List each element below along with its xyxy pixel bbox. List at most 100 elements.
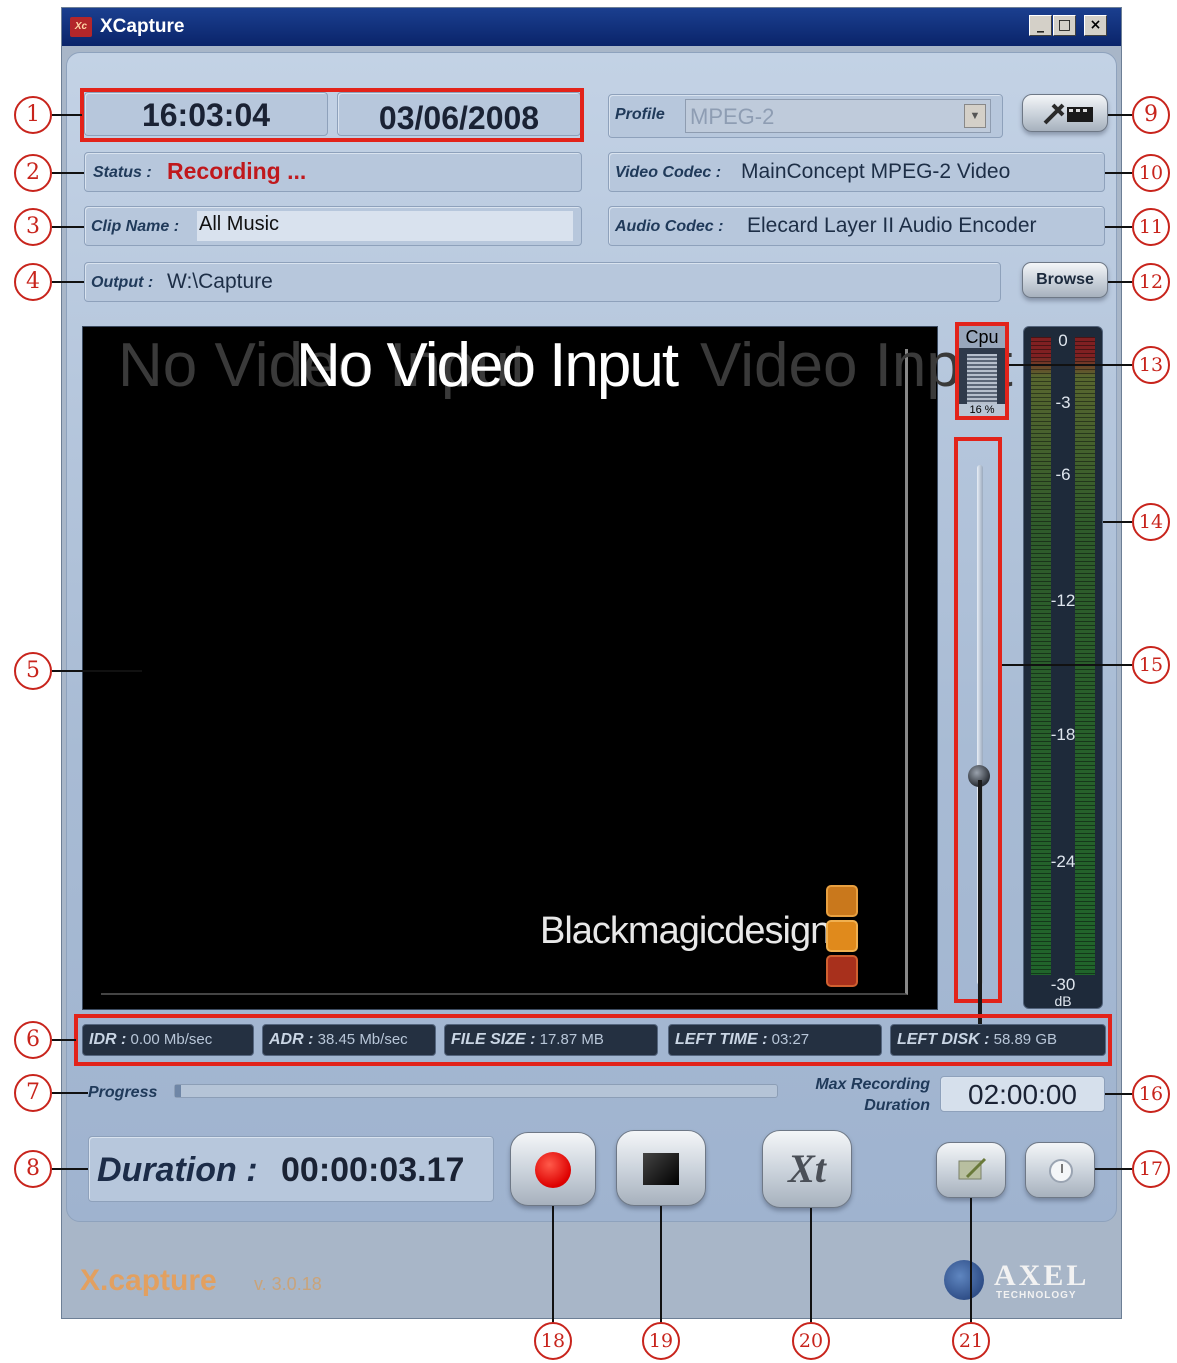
stat-adr: ADR : 38.45 Mb/sec [262, 1024, 436, 1056]
timer-button[interactable] [1025, 1142, 1095, 1198]
leader-3 [52, 226, 84, 228]
max-duration-input[interactable]: 02:00:00 [940, 1076, 1105, 1112]
leader-11 [1105, 226, 1132, 228]
output-label: Output : [91, 274, 154, 291]
leader-20 [810, 1208, 812, 1326]
brand-square-2-icon [826, 920, 858, 952]
leader-19 [660, 1206, 662, 1326]
status-value: Recording ... [167, 158, 307, 184]
profile-select[interactable]: MPEG-2 ▼ [685, 99, 991, 133]
footer-company-sub: TECHNOLOGY [996, 1290, 1077, 1301]
brand-square-3-icon [826, 955, 858, 987]
audio-codec-value: Elecard Layer II Audio Encoder [747, 214, 1037, 237]
callout-8: 8 [14, 1150, 52, 1188]
app-icon: Xc [70, 17, 92, 37]
stat-left-time-label: LEFT TIME : [675, 1031, 768, 1048]
output-field: Output : W:\Capture [84, 262, 1001, 302]
leader-12 [1108, 281, 1132, 283]
leader-7 [52, 1092, 88, 1094]
fader-lower-track [978, 780, 982, 1028]
vu-unit: dB [1054, 993, 1072, 1009]
video-codec-field: Video Codec : MainConcept MPEG-2 Video [608, 152, 1105, 192]
stat-file-size-value: 17.87 MB [539, 1031, 604, 1048]
leader-5 [52, 670, 142, 672]
chevron-down-icon[interactable]: ▼ [964, 104, 986, 128]
title-bar[interactable]: Xc XCapture _ □ × [62, 8, 1121, 46]
leader-16 [1105, 1093, 1132, 1095]
maximize-button[interactable]: □ [1053, 15, 1076, 36]
status-field: Status : Recording ... [84, 152, 582, 192]
stat-idr-value: 0.00 Mb/sec [130, 1031, 213, 1048]
xt-label: Xt [788, 1146, 826, 1191]
edit-icon [958, 1157, 987, 1180]
callout-15: 15 [1132, 646, 1170, 684]
callout-14: 14 [1132, 503, 1170, 541]
edit-log-button[interactable] [936, 1142, 1006, 1198]
vu-tick-12: -12 [1050, 591, 1076, 610]
max-duration-label-line1: Max Recording [815, 1076, 930, 1093]
callout-16: 16 [1132, 1075, 1170, 1113]
video-codec-value: MainConcept MPEG-2 Video [741, 160, 1011, 183]
leader-4 [52, 281, 84, 283]
profile-field: Profile MPEG-2 ▼ [608, 94, 1003, 138]
clock-icon [1049, 1159, 1073, 1183]
clip-name-field: Clip Name : All Music [84, 206, 582, 246]
vu-bar-left [1031, 337, 1051, 985]
record-icon [535, 1152, 571, 1188]
callout-3: 3 [14, 208, 52, 246]
vu-tick-6: -6 [1055, 465, 1071, 484]
axel-logo-icon [944, 1260, 984, 1300]
clip-name-input[interactable]: All Music [197, 211, 573, 241]
callout-5: 5 [14, 652, 52, 690]
xt-button[interactable]: Xt [762, 1130, 852, 1208]
vu-tick-0: 0 [1058, 331, 1068, 350]
output-value: W:\Capture [167, 270, 273, 293]
callout-19: 19 [642, 1322, 680, 1360]
leader-18 [552, 1206, 554, 1326]
browse-button[interactable]: Browse [1022, 262, 1108, 298]
clip-name-value: All Music [199, 213, 280, 235]
audio-codec-field: Audio Codec : Elecard Layer II Audio Enc… [608, 206, 1105, 246]
callout-18: 18 [534, 1322, 572, 1360]
stat-left-time: LEFT TIME : 03:27 [668, 1024, 882, 1056]
audio-vu-meter: 0 -3 -6 -12 -18 -24 -30 dB [1023, 326, 1103, 1009]
close-button[interactable]: × [1084, 15, 1107, 36]
minimize-button[interactable]: _ [1029, 15, 1052, 36]
stat-left-disk: LEFT DISK : 58.89 GB [890, 1024, 1106, 1056]
leader-2 [52, 172, 84, 174]
duration-display: Duration : 00:00:03.17 [88, 1136, 494, 1202]
leader-13 [1009, 364, 1132, 366]
record-button[interactable] [510, 1132, 596, 1206]
video-preview [82, 326, 938, 1010]
video-frame [101, 349, 908, 995]
vu-tick-24: -24 [1050, 852, 1076, 871]
cpu-percent: 16 % [959, 404, 1005, 416]
stat-file-size: FILE SIZE : 17.87 MB [444, 1024, 658, 1056]
stat-idr: IDR : 0.00 Mb/sec [82, 1024, 254, 1056]
cpu-meter: Cpu 16 % [955, 322, 1009, 420]
callout-12: 12 [1132, 263, 1170, 301]
progress-label: Progress [88, 1084, 158, 1101]
max-duration-label: Max Recording Duration [780, 1074, 930, 1116]
stop-icon [643, 1153, 679, 1185]
duration-label: Duration : [97, 1151, 258, 1189]
stat-left-disk-label: LEFT DISK : [897, 1031, 990, 1048]
stat-adr-label: ADR : [269, 1031, 314, 1048]
callout-9: 9 [1132, 96, 1170, 134]
duration-value: 00:00:03.17 [281, 1151, 465, 1189]
callout-17: 17 [1132, 1150, 1170, 1188]
callout-1: 1 [14, 96, 52, 134]
no-video-message: No Video Input [296, 331, 679, 400]
annotation-frame-clock [80, 88, 584, 142]
callout-10: 10 [1132, 154, 1170, 192]
vu-tick-3: -3 [1055, 393, 1071, 412]
clip-name-label: Clip Name : [91, 218, 180, 235]
leader-1 [52, 114, 82, 116]
settings-button[interactable] [1022, 94, 1108, 132]
stop-button[interactable] [616, 1130, 706, 1206]
callout-6: 6 [14, 1021, 52, 1059]
leader-8 [52, 1168, 88, 1170]
callout-21: 21 [952, 1322, 990, 1360]
callout-13: 13 [1132, 346, 1170, 384]
max-duration-label-line2: Duration [864, 1097, 930, 1114]
